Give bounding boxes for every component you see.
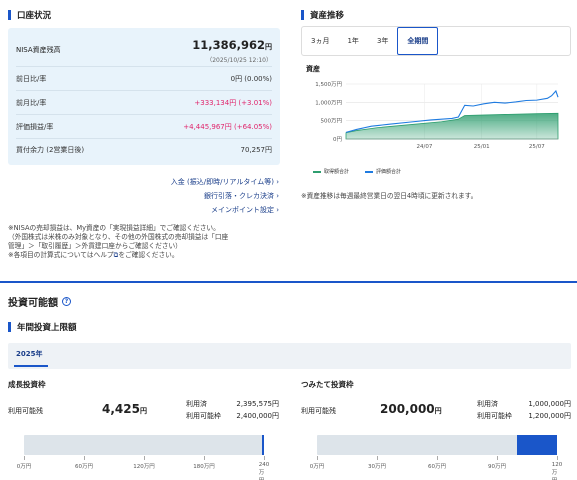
nisa-balance-value: 11,386,962円 [192, 38, 272, 52]
annual-limit-title: 年間投資上限額 [8, 321, 77, 333]
trend-section-title: 資産推移 [301, 9, 344, 21]
chart-legend: 取得額合計 評価額合計 [313, 168, 401, 175]
growth-axis: 0万円 60万円 120万円 180万円 240万円 [17, 456, 269, 480]
tsumitate-gauge [317, 435, 557, 455]
growth-available-label: 利用可能残 [8, 407, 43, 415]
tsumitate-axis: 0万円 30万円 60万円 90万円 120万円 [310, 456, 562, 480]
tab-3years[interactable]: 3年 [368, 27, 397, 55]
axis-tick-label: 0万円 [16, 464, 32, 470]
tab-1year[interactable]: 1年 [338, 27, 367, 55]
account-section-title: 口座状況 [8, 9, 51, 21]
axis-tick-label: 90万円 [488, 464, 506, 470]
axis-tick [377, 456, 378, 460]
axis-tick [84, 456, 85, 460]
divider [16, 66, 272, 67]
month-change-row: 前月比/率 +333,134円 (+3.01%) [16, 99, 272, 107]
y-tick-label: 1,500万円 [315, 81, 342, 88]
axis-tick-label: 60万円 [428, 464, 446, 470]
account-summary-panel: NISA資産残高 11,386,962円 （2025/10/25 12:10） … [8, 28, 280, 165]
tab-all-period[interactable]: 全期間 [397, 27, 439, 55]
axis-tick [264, 456, 265, 460]
buying-power-row: 買付余力 (2営業日後) 70,257円 [16, 146, 272, 154]
axis-tick [24, 456, 25, 460]
tsumitate-used-label: 利用済 [477, 400, 498, 408]
legend-acquisition: 取得額合計 [313, 168, 349, 175]
growth-gauge [24, 435, 264, 455]
help-icon[interactable]: ? [62, 297, 71, 306]
axis-tick-label: 240万円 [258, 462, 270, 480]
unrealized-gain-row: 評価損益/率 +4,445,967円 (+64.05%) [16, 123, 272, 131]
tsumitate-used-value: 1,000,000円 [528, 400, 571, 408]
axis-tick-label: 120万円 [133, 464, 155, 470]
day-change-row: 前日比/率 0円 (0.00%) [16, 75, 272, 83]
growth-gauge-fill [261, 435, 264, 455]
x-tick-label: 25/07 [529, 144, 545, 150]
invest-section-title: 投資可能額 ? [8, 294, 71, 309]
nisa-balance-timestamp: （2025/10/25 12:10） [206, 57, 272, 64]
tsumitate-available-label: 利用可能残 [301, 407, 336, 415]
chevron-right-icon: › [276, 192, 279, 200]
tab-year-2025[interactable]: 2025年 [16, 349, 42, 359]
tsumitate-limit-label: 利用可能枠 [477, 412, 512, 420]
growth-available-value: 4,425円 [102, 402, 147, 416]
axis-tick [144, 456, 145, 460]
acquisition-area [345, 112, 559, 140]
y-tick-label: 0円 [333, 136, 342, 143]
growth-title: 成長投資枠 [8, 380, 46, 389]
y-tick-label: 500万円 [321, 118, 343, 125]
tab-3months[interactable]: 3ヵ月 [302, 27, 338, 55]
section-divider [0, 281, 577, 283]
axis-tick-label: 30万円 [368, 464, 386, 470]
nisa-balance-label: NISA資産残高 [16, 46, 61, 54]
axis-tick [204, 456, 205, 460]
growth-used-label: 利用済 [186, 400, 207, 408]
axis-tick [317, 456, 318, 460]
tsumitate-title: つみたて投資枠 [301, 380, 354, 389]
bank-debit-link[interactable]: 銀行引落・クレカ決済 › [204, 191, 279, 201]
asset-trend-chart: 0円 500万円 1,000万円 1,500万円 24/07 25/01 25/07 [315, 81, 559, 150]
period-tabs: 3ヵ月 1年 3年 全期間 [301, 26, 571, 56]
account-notes: ※NISAの売却損益は、My資産の「実現損益詳細」でご確認ください。 （外国株式… [8, 224, 229, 259]
growth-used-value: 2,395,575円 [236, 400, 279, 408]
deposit-link[interactable]: 入金 (振込/即時/リアルタイム等) › [171, 177, 279, 187]
legend-valuation: 評価額合計 [365, 168, 401, 175]
tsumitate-limit-value: 1,200,000円 [528, 412, 571, 420]
axis-tick [557, 456, 558, 460]
axis-tick-label: 60万円 [75, 464, 93, 470]
axis-tick-label: 180万円 [193, 464, 215, 470]
y-tick-label: 1,000万円 [315, 99, 342, 106]
main-point-link[interactable]: メインポイント設定 › [211, 205, 279, 215]
x-tick-label: 25/01 [474, 144, 490, 150]
trend-note: ※資産推移は毎週最終営業日の翌日4時頃に更新されます。 [301, 192, 478, 200]
chevron-right-icon: › [276, 178, 279, 186]
growth-limit-label: 利用可能枠 [186, 412, 221, 420]
axis-tick [437, 456, 438, 460]
axis-tick [497, 456, 498, 460]
growth-limit-value: 2,400,000円 [236, 412, 279, 420]
axis-tick-label: 0万円 [309, 464, 325, 470]
year-tabs: 2025年 [8, 343, 571, 369]
tsumitate-available-value: 200,000円 [380, 402, 442, 416]
chevron-right-icon: › [276, 206, 279, 214]
axis-tick-label: 120万円 [551, 462, 563, 480]
tsumitate-gauge-fill [516, 435, 557, 455]
chart-heading: 資産 [306, 65, 320, 73]
x-tick-label: 24/07 [417, 144, 433, 150]
